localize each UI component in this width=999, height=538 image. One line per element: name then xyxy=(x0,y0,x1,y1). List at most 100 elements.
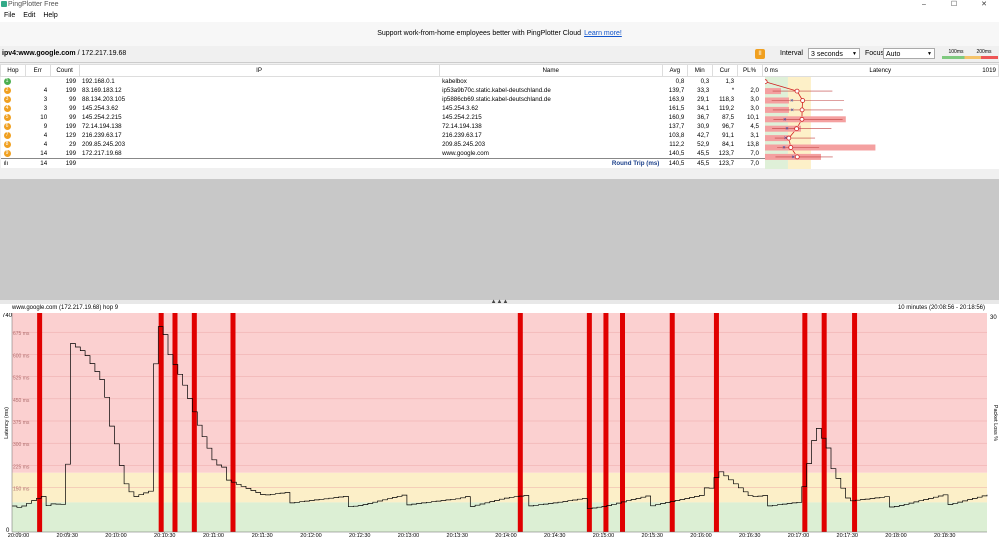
time-graph[interactable]: 675 ms 600 ms 525 ms 450 ms 375 ms 300 ms 225 … xyxy=(0,313,999,538)
latency-min-label: 0 ms xyxy=(764,67,778,74)
packet-loss-bar xyxy=(230,313,236,532)
col-count[interactable]: Count xyxy=(49,64,80,77)
x-tick-label: 20:09:30 xyxy=(57,533,78,538)
summary-icon: ılı xyxy=(0,158,26,168)
current-marker: × xyxy=(785,127,789,133)
avg-cell: 161,5 xyxy=(662,104,688,113)
summary-label: Round Trip (ms) xyxy=(439,158,663,168)
col-hop[interactable]: Hop xyxy=(0,64,26,77)
latency-title: Latency xyxy=(869,67,892,74)
promo-banner: Support work-from-home employees better … xyxy=(0,22,999,46)
menu-file[interactable]: File xyxy=(0,9,19,22)
scale-color-bar xyxy=(942,56,998,59)
hop-status-icon: 8 xyxy=(3,140,11,148)
col-err[interactable]: Err xyxy=(24,64,51,77)
min-cell: 30,9 xyxy=(687,122,713,131)
x-tick-label: 20:14:00 xyxy=(495,533,516,538)
target-bar: ipv4:www.google.com / 172.217.19.68 II I… xyxy=(0,46,999,63)
menu-edit[interactable]: Edit xyxy=(19,9,39,22)
close-icon[interactable]: ✕ xyxy=(969,0,999,9)
interval-value: 3 seconds xyxy=(811,51,843,58)
x-tick-label: 20:13:30 xyxy=(447,533,468,538)
gridline-label: 375 ms xyxy=(13,420,30,426)
err-cell: 3 xyxy=(25,104,51,113)
app-icon xyxy=(1,1,7,7)
latency-scale: 100ms 200ms xyxy=(942,49,998,59)
hop-status-icon: 7 xyxy=(3,131,11,139)
ip-cell: 172.217.19.68 xyxy=(79,149,440,159)
graph-header: www.google.com (172.217.19.68) hop 9 10 … xyxy=(0,304,999,313)
summary-cur: 123,7 xyxy=(712,158,738,168)
name-cell: 145.254.3.62 xyxy=(439,104,663,113)
name-cell: 72.14.194.138 xyxy=(439,122,663,131)
col-cur[interactable]: Cur xyxy=(711,64,738,77)
packet-loss-bar xyxy=(802,313,808,532)
scale-low: 100ms xyxy=(948,49,964,55)
col-latency[interactable]: 0 ms Latency 1019 xyxy=(761,64,999,77)
avg-cell: 163,9 xyxy=(662,95,688,104)
count-cell: 199 xyxy=(50,76,80,86)
name-cell: ip5886cb69.static.kabel-deutschland.de xyxy=(439,95,663,104)
menu-help[interactable]: Help xyxy=(39,9,61,22)
ip-cell: 72.14.194.138 xyxy=(79,122,440,131)
avg-marker xyxy=(799,116,805,122)
col-pl[interactable]: PL% xyxy=(736,64,763,77)
y-max-label: 740 xyxy=(2,313,13,319)
err-cell: 10 xyxy=(25,113,51,122)
x-tick-label: 20:18:30 xyxy=(934,533,955,538)
summary-count: 199 xyxy=(50,158,80,168)
latency-graph: ×××××××× xyxy=(765,77,999,169)
focus-label: Focus xyxy=(865,50,885,57)
hop-cell: 9 xyxy=(0,149,26,159)
hop-status-icon: 4 xyxy=(3,104,11,112)
pl-cell: 10,1 xyxy=(737,113,762,122)
graph-timespan-label[interactable]: 10 minutes (20:08:56 - 20:18:56) xyxy=(898,305,985,311)
packet-loss-bar xyxy=(620,313,626,532)
summary-err: 14 xyxy=(25,158,51,168)
hop-status-icon: 5 xyxy=(3,113,11,121)
cur-cell: * xyxy=(712,86,738,95)
hop-status-icon: 3 xyxy=(3,95,11,103)
count-cell: 199 xyxy=(50,86,80,95)
interval-select[interactable]: 3 seconds ▼ xyxy=(808,48,860,59)
col-name[interactable]: Name xyxy=(438,64,663,77)
y2-axis-label: Packet Loss % xyxy=(992,405,998,441)
count-cell: 99 xyxy=(50,104,80,113)
cur-cell: 91,1 xyxy=(712,131,738,140)
minimize-icon[interactable]: – xyxy=(909,0,939,9)
learn-more-link[interactable]: Learn more! xyxy=(584,30,622,37)
min-cell: 45,5 xyxy=(687,149,713,159)
count-cell: 99 xyxy=(50,95,80,104)
current-marker: × xyxy=(782,146,786,152)
col-ip[interactable]: IP xyxy=(78,64,440,77)
avg-marker xyxy=(765,79,768,85)
pl-cell: 13,8 xyxy=(737,140,762,149)
hop-status-icon: 2 xyxy=(3,86,11,94)
pause-button[interactable]: II xyxy=(755,49,765,59)
target-label: ipv4:www.google.com / 172.217.19.68 xyxy=(2,50,126,57)
min-cell: 34,1 xyxy=(687,104,713,113)
pl-cell: 3,0 xyxy=(737,104,762,113)
name-cell: 216.239.63.17 xyxy=(439,131,663,140)
x-tick-label: 20:17:00 xyxy=(788,533,809,538)
summary-min: 45,5 xyxy=(687,158,713,168)
pl-cell: 2,0 xyxy=(737,86,762,95)
x-tick-label: 20:16:00 xyxy=(690,533,711,538)
packet-loss-bar xyxy=(172,313,178,532)
x-tick-label: 20:13:00 xyxy=(398,533,419,538)
gridline-label: 225 ms xyxy=(13,464,30,470)
cur-cell: 96,7 xyxy=(712,122,738,131)
gridline-label: 675 ms xyxy=(13,331,30,337)
target-ip: / 172.217.19.68 xyxy=(77,50,127,57)
hop-cell: 7 xyxy=(0,131,26,140)
col-min[interactable]: Min xyxy=(686,64,713,77)
packet-loss-bar xyxy=(713,313,719,532)
x-tick-label: 20:10:00 xyxy=(105,533,126,538)
avg-cell: 140,5 xyxy=(662,149,688,159)
maximize-icon[interactable]: ☐ xyxy=(939,0,969,9)
packet-loss-bar xyxy=(191,313,197,532)
col-avg[interactable]: Avg xyxy=(661,64,688,77)
y-axis-label: Latency (ms) xyxy=(4,407,10,439)
x-tick-label: 20:18:00 xyxy=(885,533,906,538)
focus-select[interactable]: Auto ▼ xyxy=(883,48,935,59)
